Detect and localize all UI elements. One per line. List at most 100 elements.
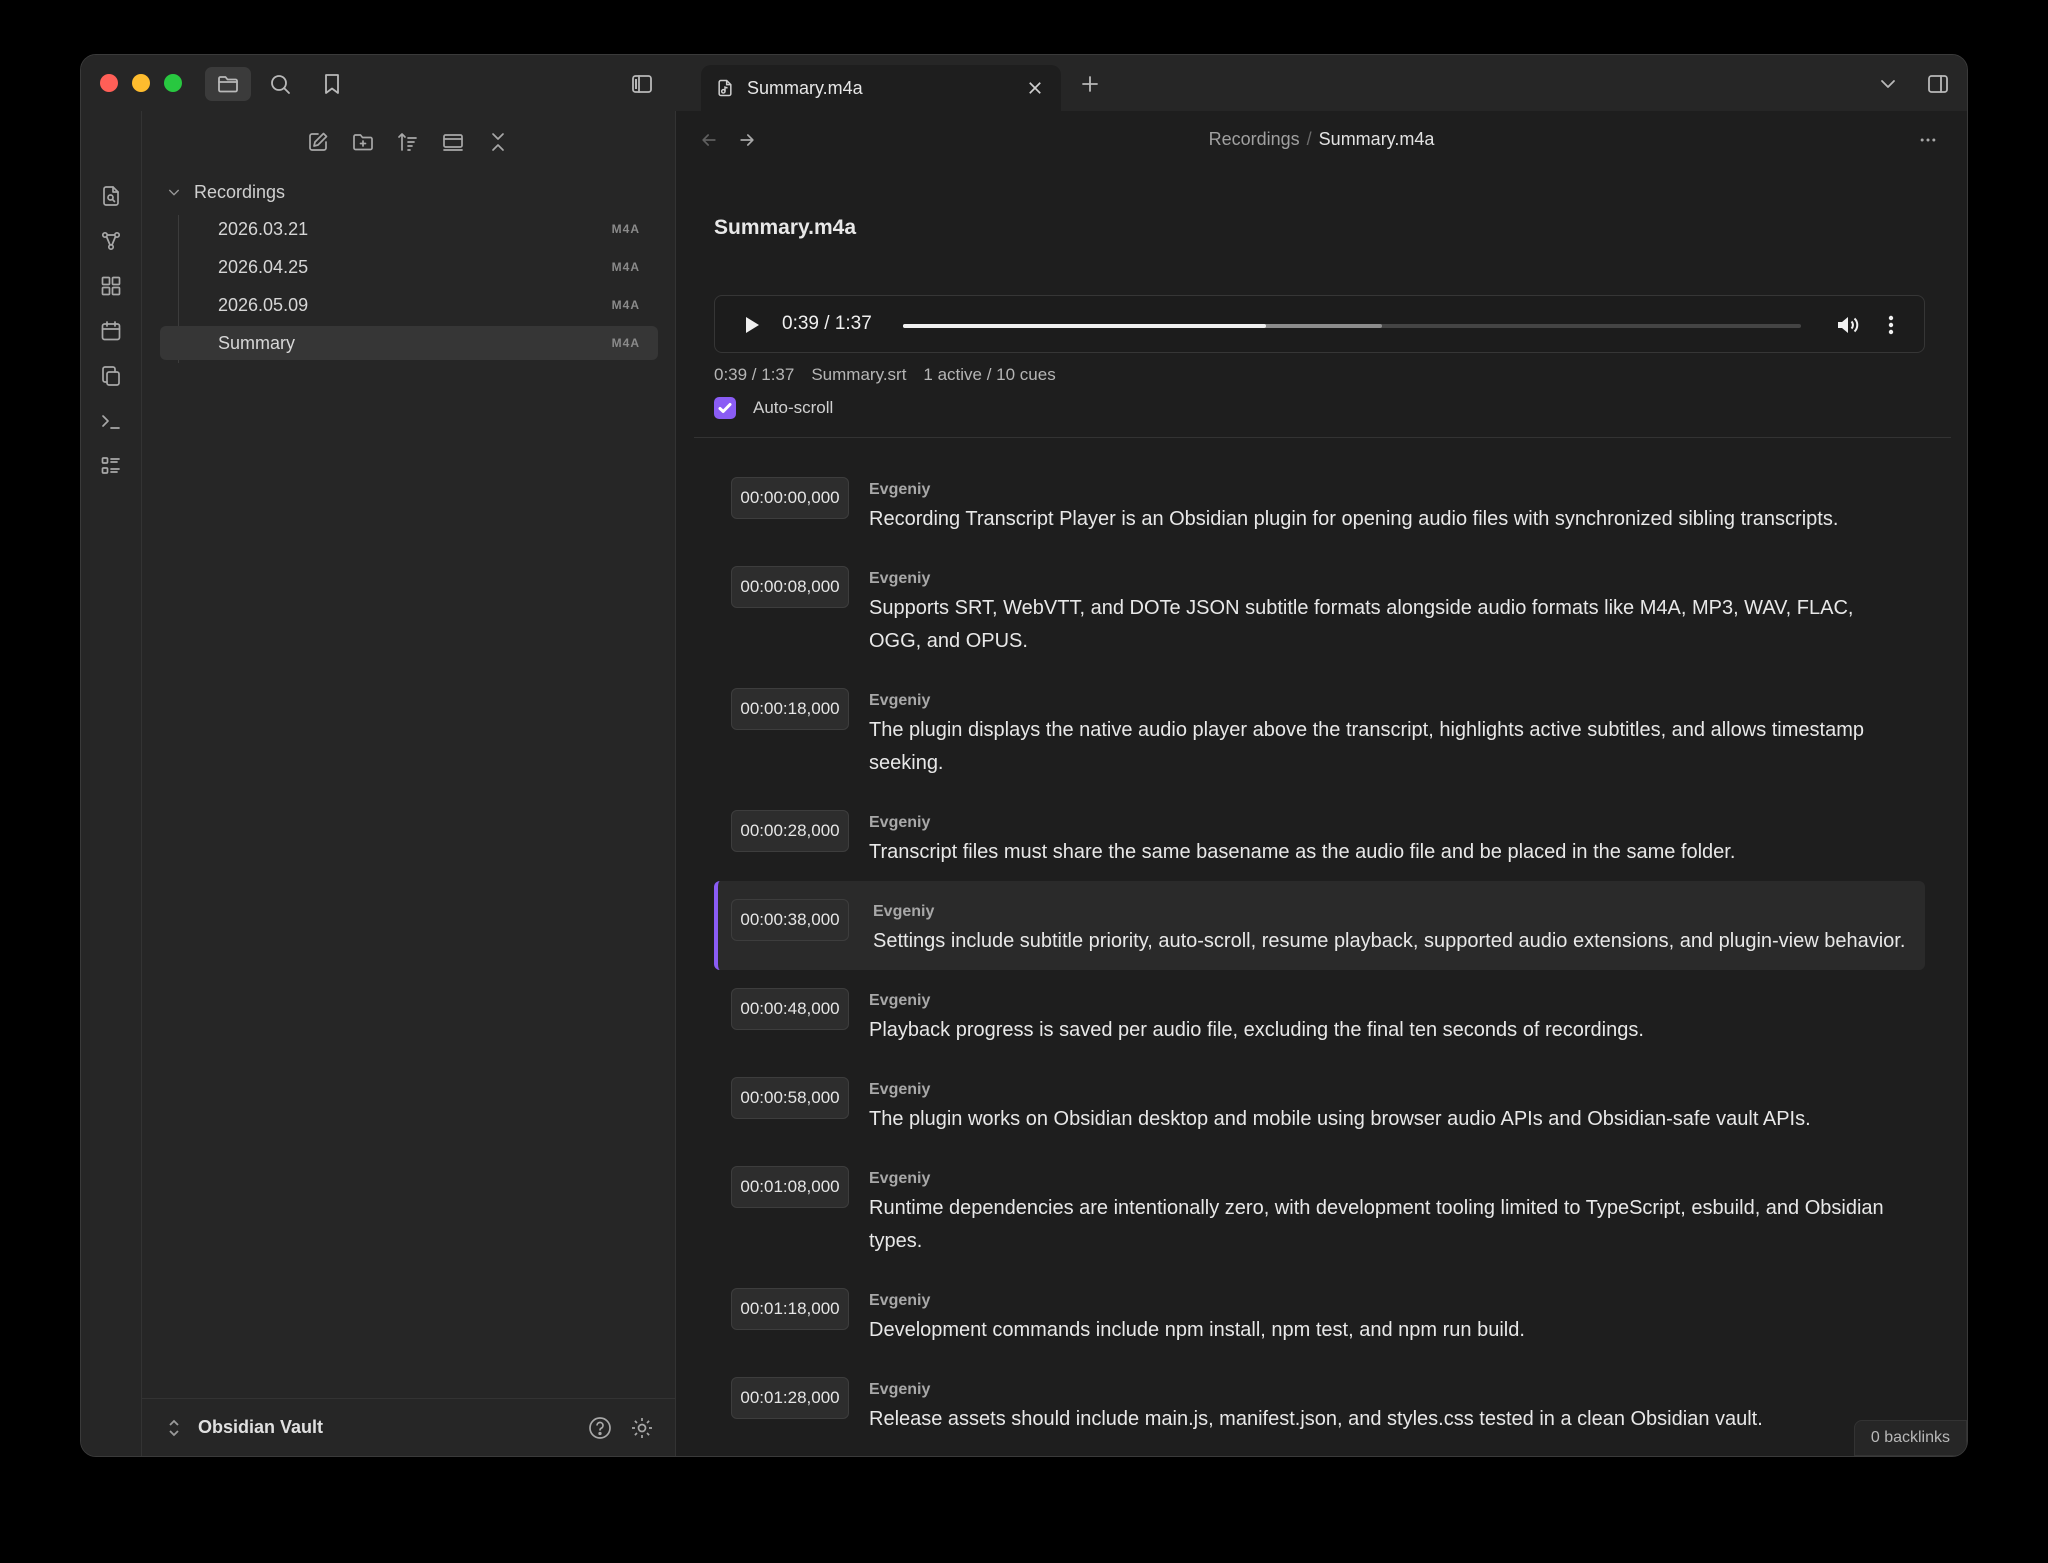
volume-button[interactable] [1835,313,1861,337]
cue-timestamp-button[interactable]: 00:00:48,000 [731,988,849,1030]
title-bar: Summary.m4a [81,55,1967,111]
file-item[interactable]: 2026.03.21 M4A [160,212,658,246]
collapse-all-button[interactable] [483,127,513,157]
left-sidebar-toggle-button[interactable] [619,67,665,101]
transcript-cue[interactable]: 00:01:28,000 Evgeniy Release assets should… [714,1359,1925,1448]
tab-summary[interactable]: Summary.m4a [701,65,1061,111]
player-menu-button[interactable] [1881,313,1901,337]
file-name: 2026.03.21 [218,218,309,239]
canvas-button[interactable] [98,273,124,299]
breadcrumb-separator: / [1306,129,1312,149]
file-item-active[interactable]: Summary M4A [160,326,658,360]
cue-speaker: Evgeniy [869,814,931,831]
status-time: 0:39 / 1:37 [714,365,795,384]
tab-close-button[interactable] [1023,76,1047,100]
plus-icon [1082,76,1098,92]
close-icon [1029,82,1041,94]
cue-text: Transcript files must share the same bas… [869,841,1736,863]
new-tab-button[interactable] [1067,67,1113,101]
autoscroll-toggle[interactable]: Auto-scroll [714,397,833,419]
collapse-view-icon [443,134,463,151]
transcript-cue[interactable]: 00:00:58,000 Evgeniy The plugin works on O… [714,1059,1925,1148]
search-toggle-button[interactable] [257,67,303,101]
vault-name[interactable]: Obsidian Vault [198,1417,323,1438]
new-note-icon [309,132,328,151]
sort-button[interactable] [393,127,423,157]
cue-timestamp-button[interactable]: 00:01:18,000 [731,1288,849,1330]
play-icon [746,317,759,333]
cue-timestamp-button[interactable]: 00:00:00,000 [731,477,849,519]
transcript-list: 00:00:00,000 Evgeniy Recording Transcript … [714,459,1925,1448]
minimize-window-button[interactable] [132,74,150,92]
new-note-button[interactable] [303,127,333,157]
cue-timestamp-button[interactable]: 00:00:58,000 [731,1077,849,1119]
backlinks-status[interactable]: 0 backlinks [1853,1420,1967,1456]
cue-timestamp-button[interactable]: 00:00:08,000 [731,566,849,608]
tab-list-button[interactable] [1865,67,1911,101]
auto-reveal-button[interactable] [438,127,468,157]
transcript-cue[interactable]: 00:01:08,000 Evgeniy Runtime dependencies … [714,1148,1925,1270]
cue-timestamp-button[interactable]: 00:00:38,000 [731,899,849,941]
transcript-cue[interactable]: 00:00:18,000 Evgeniy The plugin displays t… [714,670,1925,792]
daily-note-button[interactable] [98,318,124,344]
help-icon [589,1416,611,1439]
cue-text: Release assets should include main.js, m… [869,1408,1763,1430]
transcript-cue[interactable]: 00:00:48,000 Evgeniy Playback progress is … [714,970,1925,1059]
cue-timestamp-button[interactable]: 00:00:18,000 [731,688,849,730]
checkmark-icon [718,403,732,413]
play-button[interactable] [741,313,763,337]
graph-icon [101,231,121,251]
file-name: 2026.04.25 [218,256,309,277]
player-time: 0:39 / 1:37 [782,313,872,334]
outline-button[interactable] [98,453,124,479]
app-window: Summary.m4a Recordings 2026.03.21 M4A 20… [80,54,1968,1457]
seek-slider[interactable] [903,324,1801,328]
audio-player: 0:39 / 1:37 [714,295,1925,353]
transcript-cue-active[interactable]: 00:00:38,000 Evgeniy Settings include subt… [714,881,1925,970]
zoom-window-button[interactable] [164,74,182,92]
cue-timestamp-button[interactable]: 00:01:08,000 [731,1166,849,1208]
transcript-cue[interactable]: 00:00:08,000 Evgeniy Supports SRT, WebVTT,… [714,548,1925,670]
more-options-button[interactable] [1915,127,1941,153]
autoscroll-checkbox[interactable] [714,397,736,419]
list-icon [101,457,120,474]
file-item[interactable]: 2026.05.09 M4A [160,288,658,322]
folder-recordings[interactable]: Recordings [166,177,285,207]
transcript-cue[interactable]: 00:00:00,000 Evgeniy Recording Transcript … [714,459,1925,548]
cue-speaker: Evgeniy [869,481,931,498]
canvas-icon [101,276,121,296]
new-folder-button[interactable] [348,127,378,157]
cue-speaker: Evgeniy [869,1081,931,1098]
breadcrumb-folder[interactable]: Recordings [1209,129,1300,149]
settings-button[interactable] [629,1415,655,1441]
right-sidebar-toggle-button[interactable] [1915,67,1961,101]
files-toggle-button[interactable] [205,67,251,101]
more-horizontal-icon [1920,138,1936,142]
seek-progress [903,324,1266,328]
cue-speaker: Evgeniy [869,992,931,1009]
breadcrumb-file[interactable]: Summary.m4a [1319,129,1435,149]
terminal-icon [102,415,120,429]
command-palette-button[interactable] [98,408,124,434]
vault-switcher-button[interactable] [166,1418,182,1438]
graph-view-button[interactable] [98,228,124,254]
volume-icon [1838,317,1859,333]
templates-button[interactable] [98,363,124,389]
cue-text: Recording Transcript Player is an Obsidi… [869,508,1839,530]
cue-text: Settings include subtitle priority, auto… [873,930,1906,952]
autoscroll-label: Auto-scroll [753,398,834,417]
cue-text: Playback progress is saved per audio fil… [869,1019,1644,1041]
bookmarks-toggle-button[interactable] [309,67,355,101]
copy-icon [102,366,120,386]
cue-text: The plugin displays the native audio pla… [869,719,1864,774]
cue-timestamp-button[interactable]: 00:01:28,000 [731,1377,849,1419]
transcript-cue[interactable]: 00:00:28,000 Evgeniy Transcript files must… [714,792,1925,881]
breadcrumb: Recordings / Summary.m4a [676,129,1967,150]
cue-timestamp-button[interactable]: 00:00:28,000 [731,810,849,852]
help-button[interactable] [587,1415,613,1441]
close-window-button[interactable] [100,74,118,92]
chevron-down-icon [1881,80,1895,88]
transcript-cue[interactable]: 00:01:18,000 Evgeniy Development commands … [714,1270,1925,1359]
quick-switcher-button[interactable] [98,183,124,209]
file-item[interactable]: 2026.04.25 M4A [160,250,658,284]
